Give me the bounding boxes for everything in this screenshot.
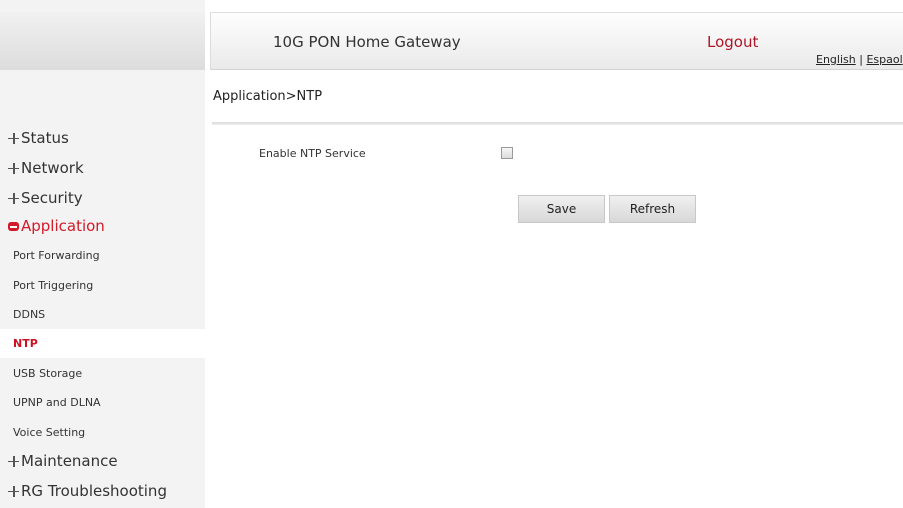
sidebar-item-application[interactable]: Application: [0, 211, 205, 241]
plus-icon: [8, 455, 19, 467]
divider: [212, 122, 903, 125]
sidebar: Status Network Security Application Port…: [0, 0, 209, 508]
sidebar-subitem-label: UPNP and DLNA: [13, 396, 101, 409]
plus-icon: [8, 132, 19, 144]
sidebar-subitem-upnp-dlna[interactable]: UPNP and DLNA: [0, 388, 205, 417]
sidebar-subitem-label: DDNS: [13, 308, 46, 321]
lang-espanol-link[interactable]: Espaol: [866, 53, 902, 66]
lang-english-link[interactable]: English: [816, 53, 856, 66]
sidebar-subitem-ddns[interactable]: DDNS: [0, 300, 205, 329]
minus-icon: [8, 222, 19, 231]
lang-separator: |: [855, 53, 867, 66]
sidebar-item-label: Status: [21, 129, 69, 147]
sidebar-subitem-port-triggering[interactable]: Port Triggering: [0, 271, 205, 300]
enable-ntp-label: Enable NTP Service: [259, 147, 366, 160]
sidebar-item-label: Security: [21, 189, 83, 207]
sidebar-subitem-ntp[interactable]: NTP: [0, 329, 209, 358]
sidebar-subitem-label: Voice Setting: [13, 426, 86, 439]
sidebar-item-rg-troubleshooting[interactable]: RG Troubleshooting: [0, 476, 205, 506]
sidebar-subitem-port-forwarding[interactable]: Port Forwarding: [0, 241, 205, 270]
plus-icon: [8, 192, 19, 204]
plus-icon: [8, 485, 19, 497]
sidebar-subitem-voice-setting[interactable]: Voice Setting: [0, 418, 205, 447]
app-title: 10G PON Home Gateway: [273, 33, 461, 51]
sidebar-subitem-label: Port Triggering: [13, 279, 94, 292]
sidebar-subitem-label: USB Storage: [13, 367, 83, 380]
language-switcher: English | Espaol: [816, 53, 903, 66]
sidebar-subitem-label: Port Forwarding: [13, 249, 100, 262]
sidebar-item-label: Network: [21, 159, 84, 177]
save-button[interactable]: Save: [518, 195, 605, 223]
sidebar-item-status[interactable]: Status: [0, 123, 205, 153]
refresh-button[interactable]: Refresh: [609, 195, 696, 223]
logout-link[interactable]: Logout: [707, 33, 758, 51]
logo-area: [0, 12, 205, 70]
sidebar-item-security[interactable]: Security: [0, 183, 205, 213]
sidebar-item-label: RG Troubleshooting: [21, 482, 167, 500]
sidebar-item-label: Maintenance: [21, 452, 118, 470]
sidebar-item-label: Application: [21, 217, 105, 235]
sidebar-item-network[interactable]: Network: [0, 153, 205, 183]
sidebar-subitem-usb-storage[interactable]: USB Storage: [0, 359, 205, 388]
sidebar-subitem-label: NTP: [13, 337, 38, 350]
sidebar-item-maintenance[interactable]: Maintenance: [0, 446, 205, 476]
breadcrumb: Application>NTP: [213, 89, 323, 104]
enable-ntp-checkbox[interactable]: [501, 147, 513, 159]
plus-icon: [8, 162, 19, 174]
header-bar: 10G PON Home Gateway Logout English | Es…: [210, 12, 903, 70]
